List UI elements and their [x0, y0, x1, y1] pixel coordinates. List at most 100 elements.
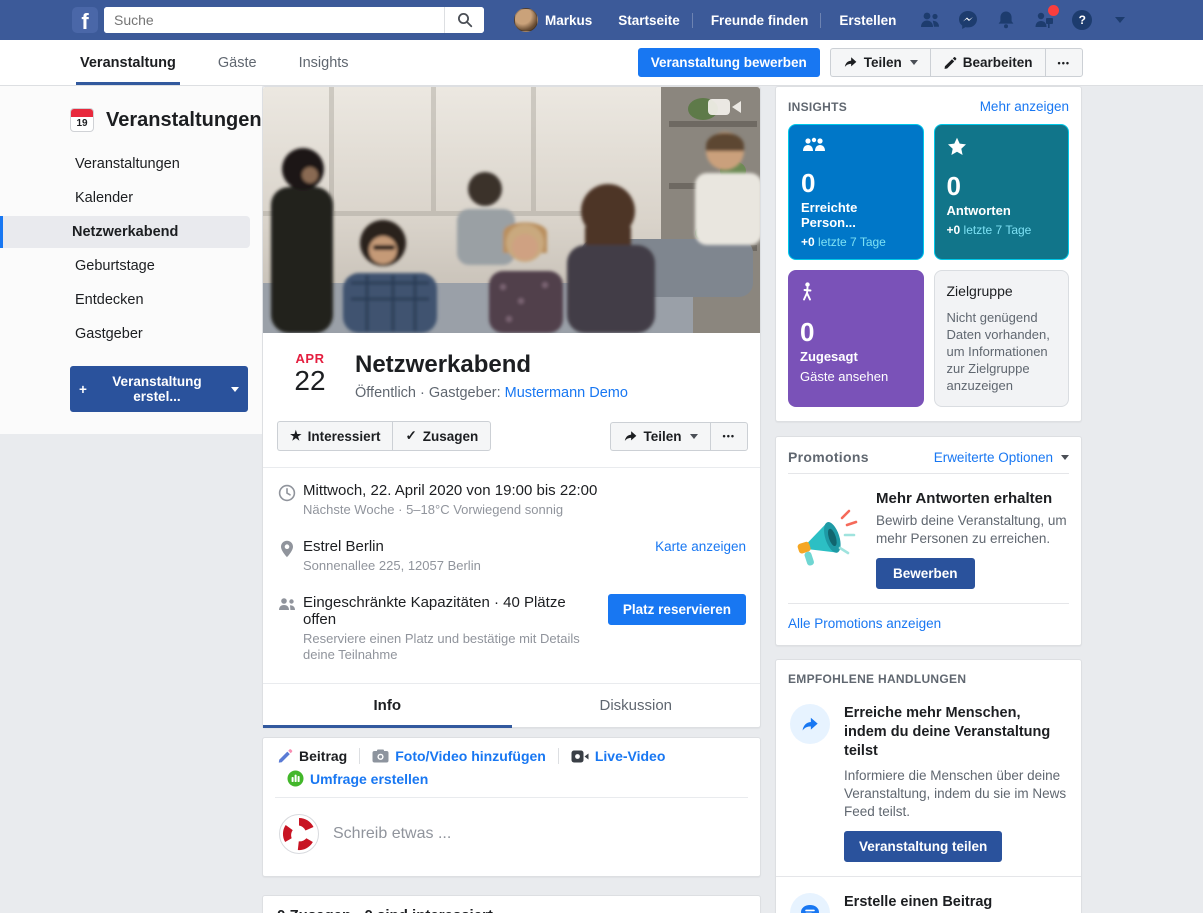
profile-shortcut[interactable]: Markus [506, 8, 600, 32]
promotion-item: Mehr Antworten erhalten Bewirb deine Ver… [776, 474, 1081, 603]
right-column: INSIGHTS Mehr anzeigen 0 Erreichte Perso… [775, 86, 1082, 913]
chevron-down-icon [231, 387, 239, 392]
more-options-button[interactable]: ••• [1045, 48, 1083, 77]
cover-video-icon [708, 97, 742, 117]
tab-diskussion[interactable]: Diskussion [512, 684, 761, 727]
all-promotions-link[interactable]: Alle Promotions anzeigen [788, 616, 941, 631]
rsvp-button-group: ★ Interessiert ✓ Zusagen [277, 421, 491, 451]
responses-footer: +0 letzte 7 Tage [947, 223, 1057, 237]
reserve-button-wrap: Platz reservieren [608, 594, 746, 663]
chevron-down-icon [910, 60, 918, 65]
search-input[interactable] [104, 7, 444, 33]
going-button[interactable]: ✓ Zusagen [392, 421, 491, 451]
tab-veranstaltung[interactable]: Veranstaltung [80, 40, 176, 85]
facebook-logo[interactable]: f [72, 7, 98, 33]
friends-icon [919, 11, 941, 29]
attendees-icon [277, 594, 297, 663]
tab-info[interactable]: Info [263, 684, 512, 727]
insights-more-link[interactable]: Mehr anzeigen [980, 99, 1069, 114]
search-bar [104, 7, 484, 33]
sidebar-item-geburtstage[interactable]: Geburtstage [0, 250, 250, 282]
chevron-down-icon [1115, 17, 1125, 23]
composer-photo-action[interactable]: Foto/Video hinzufügen [360, 748, 559, 764]
sidebar-item-kalender[interactable]: Kalender [0, 182, 250, 214]
promote-event-button[interactable]: Veranstaltung bewerben [638, 48, 820, 77]
metric-card-reach[interactable]: 0 Erreichte Person... +0 letzte 7 Tage [788, 124, 924, 260]
composer-post-label: Beitrag [299, 748, 347, 764]
reach-value: 0 [801, 170, 911, 196]
event-host-link[interactable]: Mustermann Demo [505, 385, 628, 401]
interested-button[interactable]: ★ Interessiert [277, 421, 392, 451]
messenger-button[interactable] [952, 4, 984, 36]
nav-link-erstellen[interactable]: Erstellen [827, 13, 908, 28]
tab-insights[interactable]: Insights [299, 40, 349, 85]
event-cover-photo[interactable] [263, 87, 760, 333]
shortcuts-button[interactable] [1028, 4, 1060, 36]
reserve-seat-button[interactable]: Platz reservieren [608, 594, 746, 625]
ellipsis-icon: ••• [723, 431, 735, 441]
sidebar-item-netzwerkabend[interactable]: Netzwerkabend [0, 216, 250, 248]
promotions-header-row: Promotions Erweiterte Optionen [776, 437, 1081, 473]
sidebar-item-entdecken[interactable]: Entdecken [0, 284, 250, 316]
metric-card-going[interactable]: 0 Zugesagt Gäste ansehen [788, 270, 924, 407]
nav-link-freunde-finden[interactable]: Freunde finden [699, 13, 822, 28]
friend-requests-button[interactable] [914, 4, 946, 36]
event-location-body: Estrel Berlin Sonnenallee 225, 12057 Ber… [303, 538, 645, 574]
reach-period: letzte 7 Tage [815, 235, 886, 249]
promotions-footer: Alle Promotions anzeigen [776, 604, 1081, 633]
star-icon [947, 137, 967, 156]
composer-input-row: Schreib etwas ... [275, 798, 748, 860]
sidebar-item-gastgeber[interactable]: Gastgeber [0, 318, 250, 350]
account-menu-button[interactable] [1104, 4, 1136, 36]
camera-icon [372, 749, 389, 763]
toolbar-actions: Veranstaltung bewerben Teilen Bearbeiten… [638, 48, 1083, 77]
ellipsis-icon: ••• [1058, 58, 1070, 68]
create-event-button[interactable]: + Veranstaltung erstel... [70, 366, 248, 412]
promote-button[interactable]: Bewerben [876, 558, 975, 589]
event-more-button[interactable]: ••• [710, 422, 748, 451]
page-avatar [279, 814, 319, 854]
composer-post-action[interactable]: Beitrag [275, 748, 360, 764]
topbar-right-section: Markus Startseite Freunde finden Erstell… [506, 4, 1136, 36]
composer-poll-action[interactable]: Umfrage erstellen [275, 770, 748, 787]
share-arrow-icon [800, 716, 820, 733]
view-guests-link[interactable]: Gäste ansehen [800, 369, 912, 384]
reach-label: Erreichte Person... [801, 200, 911, 230]
help-button[interactable]: ? [1066, 4, 1098, 36]
event-share-button[interactable]: Teilen [610, 422, 710, 451]
notification-badge [1048, 5, 1059, 16]
search-button[interactable] [444, 7, 484, 33]
composer-text-input[interactable]: Schreib etwas ... [333, 825, 744, 843]
share-icon-circle [790, 704, 830, 744]
insights-card: INSIGHTS Mehr anzeigen 0 Erreichte Perso… [775, 86, 1082, 422]
advanced-options[interactable]: Erweiterte Optionen [934, 450, 1069, 465]
sidebar-item-veranstaltungen[interactable]: Veranstaltungen [0, 148, 250, 180]
star-icon: ★ [290, 428, 302, 444]
event-location-row: Estrel Berlin Sonnenallee 225, 12057 Ber… [263, 524, 760, 580]
edit-button[interactable]: Bearbeiten [930, 48, 1045, 77]
share-event-button[interactable]: Veranstaltung teilen [844, 831, 1002, 862]
calendar-icon-day: 19 [71, 117, 93, 131]
recommended-actions-card: EMPFOHLENE HANDLUNGEN Erreiche mehr Mens… [775, 659, 1082, 913]
event-share-label: Teilen [644, 429, 682, 444]
help-icon: ? [1072, 10, 1092, 30]
tab-gaeste[interactable]: Gäste [218, 40, 257, 85]
promotions-card: Promotions Erweiterte Optionen [775, 436, 1082, 646]
advanced-options-link[interactable]: Erweiterte Optionen [934, 450, 1053, 465]
show-map-link[interactable]: Karte anzeigen [655, 539, 746, 554]
recommended-item-content: Erreiche mehr Menschen, indem du deine V… [844, 704, 1067, 862]
event-action-row: ★ Interessiert ✓ Zusagen Teilen ••• [263, 413, 760, 468]
notifications-button[interactable] [990, 4, 1022, 36]
metric-card-responses[interactable]: 0 Antworten +0 letzte 7 Tage [934, 124, 1070, 260]
nav-link-startseite[interactable]: Startseite [606, 13, 693, 28]
user-name: Markus [545, 13, 592, 28]
event-tabs: Veranstaltung Gäste Insights [80, 40, 349, 85]
clock-icon [277, 482, 297, 518]
responses-delta: +0 [947, 223, 961, 237]
poll-icon [287, 770, 304, 787]
audience-body: Nicht genügend Daten vorhanden, um Infor… [947, 309, 1057, 394]
composer-live-action[interactable]: Live-Video [559, 748, 678, 764]
recommended-header-row: EMPFOHLENE HANDLUNGEN [776, 660, 1081, 694]
recommended-item-post: Erstelle einen Beitrag Erstelle einen Be… [776, 876, 1081, 913]
share-button[interactable]: Teilen [830, 48, 930, 77]
